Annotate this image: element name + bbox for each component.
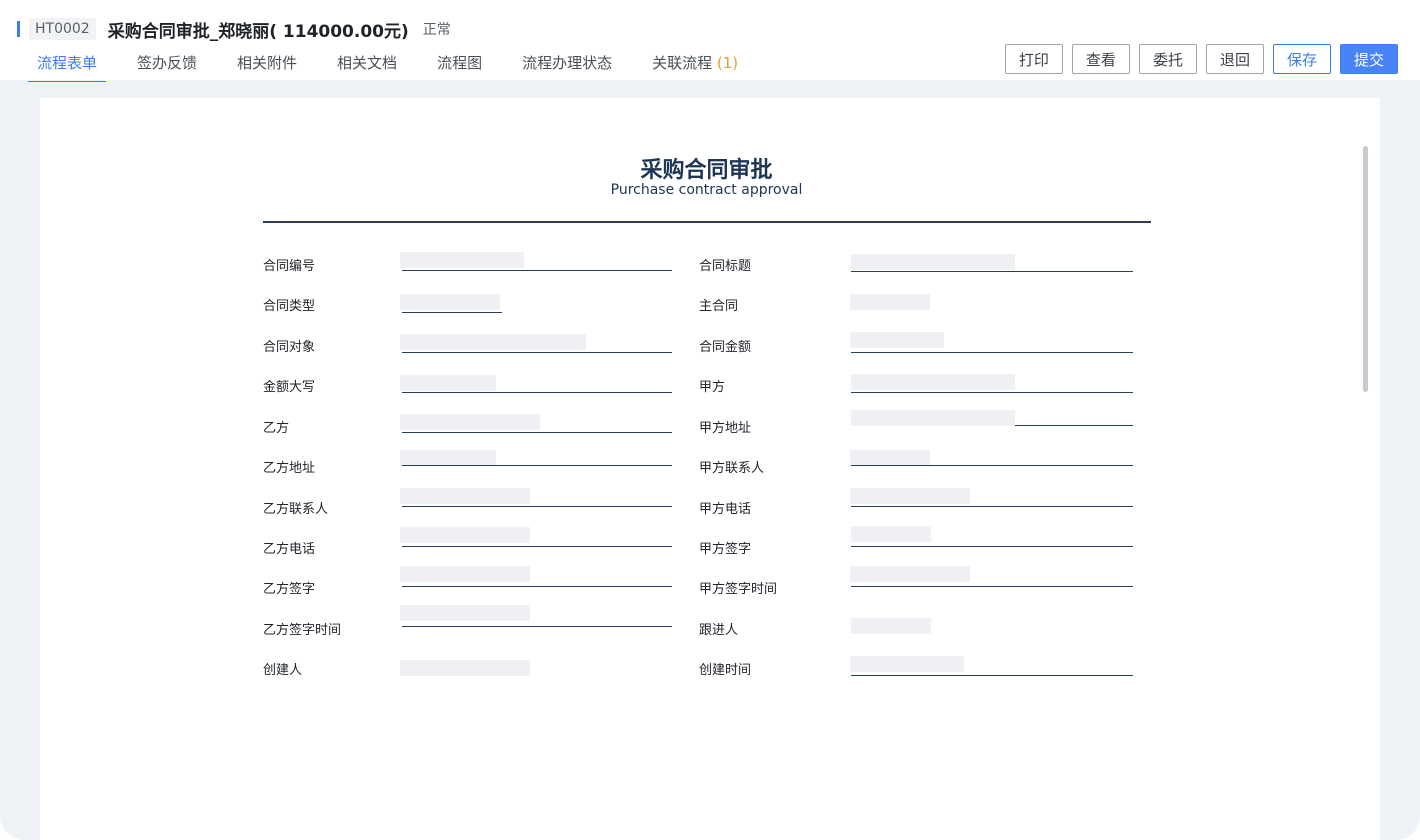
- field-label-contract-object: 合同对象: [263, 340, 316, 355]
- document-title: 采购合同审批_郑晓丽( 114000.00元): [107, 21, 409, 42]
- creator-field: [400, 660, 530, 676]
- field-label-party-a-signature: 甲方签字: [699, 542, 752, 557]
- party-b-field[interactable]: [400, 414, 540, 430]
- return-button[interactable]: 退回: [1205, 44, 1264, 74]
- tab-label: 相关文档: [337, 54, 398, 72]
- contract-title-field[interactable]: [851, 254, 1015, 270]
- field-underline: [851, 392, 1133, 393]
- field-label-party-b-signature: 乙方签字: [263, 582, 316, 597]
- tab-related-process[interactable]: 关联流程 (1): [643, 46, 747, 82]
- field-label-creator: 创建人: [263, 663, 303, 678]
- party-b-sign-time-field[interactable]: [400, 605, 530, 621]
- tab-sign-feedback[interactable]: 签办反馈: [128, 46, 206, 82]
- tab-label: 流程表单: [37, 54, 98, 72]
- party-a-field[interactable]: [851, 374, 1015, 390]
- contract-amount-field[interactable]: [850, 332, 944, 348]
- field-underline: [402, 586, 672, 587]
- tab-label: 相关附件: [237, 54, 298, 72]
- tab-process-form[interactable]: 流程表单: [28, 46, 107, 82]
- action-toolbar: 打印 查看 委托 退回 保存 提交: [1004, 44, 1398, 74]
- title-row: HT0002 采购合同审批_郑晓丽( 114000.00元) 正常: [17, 17, 451, 42]
- field-underline: [402, 506, 672, 507]
- field-underline: [851, 586, 1133, 587]
- tab-flow-chart[interactable]: 流程图: [428, 46, 491, 82]
- tab-process-status[interactable]: 流程办理状态: [513, 46, 621, 82]
- field-label-main-contract: 主合同: [699, 299, 739, 314]
- submit-button[interactable]: 提交: [1339, 44, 1398, 74]
- print-button[interactable]: 打印: [1004, 44, 1063, 74]
- field-label-party-a-sign-time: 甲方签字时间: [699, 582, 778, 597]
- field-label-contract-amount: 合同金额: [699, 340, 752, 355]
- tab-label: 签办反馈: [137, 54, 198, 72]
- field-underline: [851, 675, 1133, 676]
- form-card: 采购合同审批 Purchase contract approval 合同编号 合…: [40, 98, 1380, 840]
- party-b-signature-field[interactable]: [400, 566, 530, 582]
- field-underline: [402, 270, 672, 271]
- view-button[interactable]: 查看: [1071, 44, 1130, 74]
- main-contract-field[interactable]: [850, 294, 930, 310]
- field-underline: [851, 352, 1133, 353]
- page-header: HT0002 采购合同审批_郑晓丽( 114000.00元) 正常 流程表单 签…: [0, 0, 1420, 82]
- tab-label: 流程办理状态: [522, 54, 613, 72]
- field-underline: [851, 271, 1133, 272]
- party-b-phone-field[interactable]: [400, 527, 530, 543]
- party-a-sign-time-field[interactable]: [850, 566, 970, 582]
- field-underline: [851, 506, 1133, 507]
- party-a-contact-field[interactable]: [850, 450, 930, 466]
- field-label-created-time: 创建时间: [699, 663, 752, 678]
- field-label-party-a-contact: 甲方联系人: [699, 461, 765, 476]
- field-label-party-a-phone: 甲方电话: [699, 502, 752, 517]
- field-underline: [402, 626, 672, 627]
- field-label-contract-number: 合同编号: [263, 259, 316, 274]
- party-b-contact-field[interactable]: [400, 488, 530, 504]
- field-underline: [1015, 425, 1133, 426]
- field-label-party-b-phone: 乙方电话: [263, 542, 316, 557]
- field-label-party-a: 甲方: [699, 380, 726, 395]
- field-label-amount-in-words: 金额大写: [263, 380, 316, 395]
- tab-count-badge: (1): [716, 54, 739, 72]
- party-a-address-field[interactable]: [851, 410, 1015, 426]
- contract-type-field[interactable]: [400, 294, 500, 310]
- field-label-party-b-sign-time: 乙方签字时间: [263, 623, 342, 638]
- field-underline: [851, 546, 1133, 547]
- field-underline: [402, 392, 672, 393]
- field-underline: [402, 546, 672, 547]
- tab-label: 关联流程: [652, 54, 713, 72]
- form-title: 采购合同审批: [640, 158, 773, 183]
- tab-label: 流程图: [437, 54, 483, 72]
- contract-object-field[interactable]: [400, 334, 586, 350]
- amount-in-words-field[interactable]: [400, 375, 496, 391]
- tab-related-docs[interactable]: 相关文档: [328, 46, 406, 82]
- field-underline: [402, 352, 672, 353]
- field-label-party-b: 乙方: [263, 421, 290, 436]
- tab-bar: 流程表单 签办反馈 相关附件 相关文档 流程图 流程办理状态 关联流程 (1): [28, 46, 769, 82]
- field-underline: [402, 312, 502, 313]
- field-label-contract-type: 合同类型: [263, 299, 316, 314]
- tab-attachments[interactable]: 相关附件: [228, 46, 306, 82]
- field-underline: [402, 465, 672, 466]
- party-b-address-field[interactable]: [400, 450, 496, 466]
- field-underline: [402, 432, 672, 433]
- field-label-follower: 跟进人: [699, 623, 739, 638]
- app-frame: HT0002 采购合同审批_郑晓丽( 114000.00元) 正常 流程表单 签…: [0, 0, 1420, 840]
- contract-number-field[interactable]: [400, 252, 524, 268]
- created-time-field: [850, 656, 964, 672]
- document-status: 正常: [422, 22, 451, 38]
- form-title-divider: [263, 221, 1151, 223]
- field-label-contract-title: 合同标题: [699, 259, 752, 274]
- party-a-signature-field[interactable]: [851, 526, 931, 542]
- vertical-scrollbar[interactable]: [1363, 146, 1368, 392]
- follower-field[interactable]: [851, 618, 931, 634]
- field-label-party-b-contact: 乙方联系人: [263, 502, 329, 517]
- delegate-button[interactable]: 委托: [1138, 44, 1197, 74]
- party-a-phone-field[interactable]: [850, 488, 970, 504]
- form-subtitle: Purchase contract approval: [610, 182, 803, 198]
- field-label-party-b-address: 乙方地址: [263, 461, 316, 476]
- save-button[interactable]: 保存: [1272, 44, 1331, 74]
- document-code-badge: HT0002: [29, 18, 96, 40]
- title-accent-bar: [17, 21, 20, 37]
- field-underline: [851, 465, 1133, 466]
- field-label-party-a-address: 甲方地址: [699, 421, 752, 436]
